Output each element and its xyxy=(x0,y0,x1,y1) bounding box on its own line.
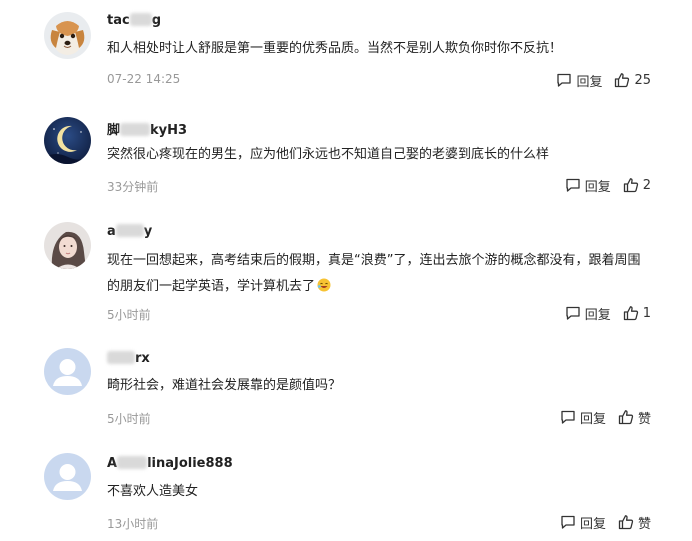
reply-icon xyxy=(566,178,580,192)
username[interactable]: 脚 kyH3 xyxy=(107,119,187,138)
like-count: 1 xyxy=(642,305,651,321)
user-avatar[interactable] xyxy=(44,117,91,164)
like-label: 赞 xyxy=(637,411,651,427)
name-redaction xyxy=(107,351,135,364)
reply-button[interactable]: 回复 xyxy=(565,304,611,323)
comment-text: 和人相处时让人舒服是第一重要的优秀品质。当然不是别人欺负你时你不反抗！ xyxy=(107,41,563,56)
reply-icon xyxy=(557,73,572,87)
comment-text: 不喜欢人造美女 xyxy=(107,484,199,499)
name-redaction xyxy=(115,224,144,237)
moon-night-avatar-icon xyxy=(44,117,91,164)
reply-button[interactable]: 回复 xyxy=(556,71,602,90)
thumbs-up-icon xyxy=(623,178,638,193)
username[interactable]: ay xyxy=(107,224,152,239)
comment-actions: 回复 2 xyxy=(565,176,651,195)
reply-label: 回复 xyxy=(576,74,603,90)
comment-actions: 回复 赞 xyxy=(560,513,651,532)
thumbs-up-icon xyxy=(615,73,630,88)
thumbs-up-icon xyxy=(618,410,634,425)
name-redaction xyxy=(129,13,152,26)
reply-label: 回复 xyxy=(579,516,606,532)
puppy-avatar-icon xyxy=(44,12,91,59)
username[interactable]: tac g xyxy=(107,13,161,28)
reply-button[interactable]: 回复 xyxy=(560,408,606,427)
like-count: 2 xyxy=(642,177,651,193)
like-button[interactable]: 25 xyxy=(614,72,651,88)
username[interactable]: rx xyxy=(107,351,150,366)
reply-label: 回复 xyxy=(579,411,606,427)
reply-label: 回复 xyxy=(584,179,611,195)
reply-button[interactable]: 回复 xyxy=(560,513,606,532)
laughing-emoji-icon xyxy=(317,278,331,292)
name-redaction xyxy=(120,123,151,136)
user-avatar[interactable] xyxy=(44,222,91,269)
reply-icon xyxy=(561,515,575,529)
comment-time: 5小时前 xyxy=(107,308,151,322)
thumbs-up-icon xyxy=(618,515,634,530)
like-label: 赞 xyxy=(637,516,651,532)
reply-label: 回复 xyxy=(584,307,611,323)
comment-text: 现在一回想起来，高考结束后的假期，真是“浪费”了，连出去旅个游的概念都没有，跟着… xyxy=(107,253,641,294)
comment-item: ay 现在一回想起来，高考结束后的假期，真是“浪费”了，连出去旅个游的概念都没有… xyxy=(0,210,692,340)
username[interactable]: AlinaJolie888 xyxy=(107,456,233,471)
default-user-avatar-icon xyxy=(44,348,91,395)
comment-time: 33分钟前 xyxy=(107,180,159,194)
comment-time: 5小时前 xyxy=(107,412,151,426)
comment-actions: 回复 1 xyxy=(565,304,651,323)
like-button[interactable]: 赞 xyxy=(618,408,651,427)
like-button[interactable]: 1 xyxy=(623,305,651,321)
user-avatar[interactable] xyxy=(44,12,91,59)
comment-time: 13小时前 xyxy=(107,517,159,531)
user-avatar[interactable] xyxy=(44,348,91,395)
comment-actions: 回复 赞 xyxy=(560,408,651,427)
comment-time: 07-22 14:25 xyxy=(107,72,181,86)
default-user-avatar-icon xyxy=(44,453,91,500)
girl-photo-avatar-icon xyxy=(44,222,91,269)
comment-text: 突然很心疼现在的男生，应为他们永远也不知道自己娶的老婆到底长的什么样 xyxy=(107,147,550,162)
name-redaction xyxy=(117,456,148,469)
reply-icon xyxy=(561,410,575,424)
reply-icon xyxy=(566,306,580,320)
comment-item: tac g 和人相处时让人舒服是第一重要的优秀品质。当然不是别人欺负你时你不反抗！… xyxy=(0,0,692,105)
like-button[interactable]: 2 xyxy=(623,177,651,193)
reply-button[interactable]: 回复 xyxy=(565,176,611,195)
comment-actions: 回复 25 xyxy=(556,71,651,90)
comment-item: rx 畸形社会，难道社会发展靠的是颜值吗？ 5小时前 回复 赞 xyxy=(0,340,692,445)
comment-item: 脚 kyH3 突然很心疼现在的男生，应为他们永远也不知道自己娶的老婆到底长的什么样… xyxy=(0,105,692,210)
comment-text: 畸形社会，难道社会发展靠的是颜值吗？ xyxy=(107,378,342,393)
comment-item: AlinaJolie888 不喜欢人造美女 13小时前 回复 赞 xyxy=(0,445,692,541)
user-avatar[interactable] xyxy=(44,453,91,500)
like-count: 25 xyxy=(634,72,651,88)
like-button[interactable]: 赞 xyxy=(618,513,651,532)
thumbs-up-icon xyxy=(623,306,638,321)
